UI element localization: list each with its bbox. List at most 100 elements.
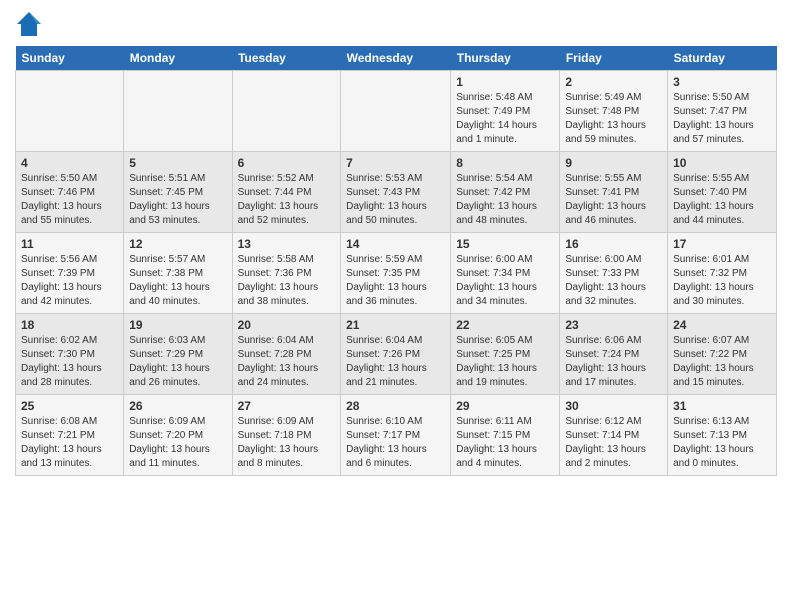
day-info: Sunrise: 5:48 AM Sunset: 7:49 PM Dayligh… (456, 91, 554, 147)
day-info: Sunrise: 6:10 AM Sunset: 7:17 PM Dayligh… (346, 415, 445, 471)
day-info: Sunrise: 6:05 AM Sunset: 7:25 PM Dayligh… (456, 334, 554, 390)
day-number: 20 (238, 318, 336, 332)
day-info: Sunrise: 5:58 AM Sunset: 7:36 PM Dayligh… (238, 253, 336, 309)
day-cell: 20 Sunrise: 6:04 AM Sunset: 7:28 PM Dayli… (232, 314, 341, 395)
day-info: Sunrise: 5:50 AM Sunset: 7:47 PM Dayligh… (673, 91, 771, 147)
day-cell: 31Sunrise: 6:13 AM Sunset: 7:13 PM Dayli… (668, 395, 777, 476)
day-cell: 9 Sunrise: 5:55 AM Sunset: 7:41 PM Daylig… (560, 152, 668, 233)
day-cell: 8Sunrise: 5:54 AM Sunset: 7:42 PM Daylig… (451, 152, 560, 233)
day-cell: 13 Sunrise: 5:58 AM Sunset: 7:36 PM Dayli… (232, 233, 341, 314)
day-cell: 12 Sunrise: 5:57 AM Sunset: 7:38 PM Dayli… (124, 233, 232, 314)
day-number: 23 (565, 318, 662, 332)
day-number: 4 (21, 156, 118, 170)
day-number: 19 (129, 318, 226, 332)
day-number: 28 (346, 399, 445, 413)
day-info: Sunrise: 6:11 AM Sunset: 7:15 PM Dayligh… (456, 415, 554, 471)
day-cell (124, 71, 232, 152)
page-header (15, 10, 777, 38)
day-number: 13 (238, 237, 336, 251)
day-cell: 28 Sunrise: 6:10 AM Sunset: 7:17 PM Dayli… (341, 395, 451, 476)
day-number: 1 (456, 75, 554, 89)
day-cell: 1 Sunrise: 5:48 AM Sunset: 7:49 PM Daylig… (451, 71, 560, 152)
day-cell: 18 Sunrise: 6:02 AM Sunset: 7:30 PM Dayli… (16, 314, 124, 395)
day-info: Sunrise: 6:12 AM Sunset: 7:14 PM Dayligh… (565, 415, 662, 471)
day-header-friday: Friday (560, 46, 668, 71)
day-info: Sunrise: 5:49 AM Sunset: 7:48 PM Dayligh… (565, 91, 662, 147)
day-cell: 15Sunrise: 6:00 AM Sunset: 7:34 PM Dayli… (451, 233, 560, 314)
day-cell: 30 Sunrise: 6:12 AM Sunset: 7:14 PM Dayli… (560, 395, 668, 476)
day-info: Sunrise: 6:08 AM Sunset: 7:21 PM Dayligh… (21, 415, 118, 471)
day-number: 14 (346, 237, 445, 251)
week-row-3: 11 Sunrise: 5:56 AM Sunset: 7:39 PM Dayli… (16, 233, 777, 314)
day-header-tuesday: Tuesday (232, 46, 341, 71)
day-number: 18 (21, 318, 118, 332)
day-cell: 6 Sunrise: 5:52 AM Sunset: 7:44 PM Daylig… (232, 152, 341, 233)
day-cell: 29 Sunrise: 6:11 AM Sunset: 7:15 PM Dayli… (451, 395, 560, 476)
day-cell (232, 71, 341, 152)
day-info: Sunrise: 5:59 AM Sunset: 7:35 PM Dayligh… (346, 253, 445, 309)
day-number: 22 (456, 318, 554, 332)
day-cell: 2 Sunrise: 5:49 AM Sunset: 7:48 PM Daylig… (560, 71, 668, 152)
day-info: Sunrise: 6:00 AM Sunset: 7:33 PM Dayligh… (565, 253, 662, 309)
day-number: 10 (673, 156, 771, 170)
day-info: Sunrise: 6:09 AM Sunset: 7:20 PM Dayligh… (129, 415, 226, 471)
day-header-wednesday: Wednesday (341, 46, 451, 71)
calendar-table: SundayMondayTuesdayWednesdayThursdayFrid… (15, 46, 777, 476)
day-info: Sunrise: 6:04 AM Sunset: 7:26 PM Dayligh… (346, 334, 445, 390)
day-info: Sunrise: 6:03 AM Sunset: 7:29 PM Dayligh… (129, 334, 226, 390)
day-cell: 4 Sunrise: 5:50 AM Sunset: 7:46 PM Daylig… (16, 152, 124, 233)
day-info: Sunrise: 5:55 AM Sunset: 7:41 PM Dayligh… (565, 172, 662, 228)
day-info: Sunrise: 5:55 AM Sunset: 7:40 PM Dayligh… (673, 172, 771, 228)
day-number: 30 (565, 399, 662, 413)
day-header-sunday: Sunday (16, 46, 124, 71)
logo-icon (15, 10, 43, 38)
day-cell: 3 Sunrise: 5:50 AM Sunset: 7:47 PM Daylig… (668, 71, 777, 152)
day-info: Sunrise: 5:52 AM Sunset: 7:44 PM Dayligh… (238, 172, 336, 228)
day-number: 8 (456, 156, 554, 170)
day-number: 2 (565, 75, 662, 89)
week-row-5: 25 Sunrise: 6:08 AM Sunset: 7:21 PM Dayli… (16, 395, 777, 476)
day-number: 24 (673, 318, 771, 332)
day-info: Sunrise: 5:51 AM Sunset: 7:45 PM Dayligh… (129, 172, 226, 228)
day-number: 5 (129, 156, 226, 170)
day-cell: 16Sunrise: 6:00 AM Sunset: 7:33 PM Dayli… (560, 233, 668, 314)
week-row-2: 4 Sunrise: 5:50 AM Sunset: 7:46 PM Daylig… (16, 152, 777, 233)
day-info: Sunrise: 6:09 AM Sunset: 7:18 PM Dayligh… (238, 415, 336, 471)
day-number: 12 (129, 237, 226, 251)
day-cell: 17Sunrise: 6:01 AM Sunset: 7:32 PM Dayli… (668, 233, 777, 314)
day-number: 9 (565, 156, 662, 170)
day-number: 17 (673, 237, 771, 251)
day-info: Sunrise: 5:57 AM Sunset: 7:38 PM Dayligh… (129, 253, 226, 309)
day-info: Sunrise: 6:00 AM Sunset: 7:34 PM Dayligh… (456, 253, 554, 309)
day-header-monday: Monday (124, 46, 232, 71)
day-number: 25 (21, 399, 118, 413)
day-cell: 22 Sunrise: 6:05 AM Sunset: 7:25 PM Dayli… (451, 314, 560, 395)
day-cell: 23 Sunrise: 6:06 AM Sunset: 7:24 PM Dayli… (560, 314, 668, 395)
day-number: 29 (456, 399, 554, 413)
day-cell: 10 Sunrise: 5:55 AM Sunset: 7:40 PM Dayli… (668, 152, 777, 233)
day-number: 3 (673, 75, 771, 89)
day-number: 6 (238, 156, 336, 170)
day-cell: 5 Sunrise: 5:51 AM Sunset: 7:45 PM Daylig… (124, 152, 232, 233)
logo (15, 10, 47, 38)
day-info: Sunrise: 6:02 AM Sunset: 7:30 PM Dayligh… (21, 334, 118, 390)
day-header-saturday: Saturday (668, 46, 777, 71)
day-info: Sunrise: 5:56 AM Sunset: 7:39 PM Dayligh… (21, 253, 118, 309)
days-header-row: SundayMondayTuesdayWednesdayThursdayFrid… (16, 46, 777, 71)
day-cell: 26Sunrise: 6:09 AM Sunset: 7:20 PM Dayli… (124, 395, 232, 476)
day-info: Sunrise: 5:50 AM Sunset: 7:46 PM Dayligh… (21, 172, 118, 228)
day-cell: 24 Sunrise: 6:07 AM Sunset: 7:22 PM Dayli… (668, 314, 777, 395)
day-cell: 7Sunrise: 5:53 AM Sunset: 7:43 PM Daylig… (341, 152, 451, 233)
week-row-1: 1 Sunrise: 5:48 AM Sunset: 7:49 PM Daylig… (16, 71, 777, 152)
day-number: 11 (21, 237, 118, 251)
day-number: 7 (346, 156, 445, 170)
day-number: 31 (673, 399, 771, 413)
day-cell: 11 Sunrise: 5:56 AM Sunset: 7:39 PM Dayli… (16, 233, 124, 314)
day-number: 27 (238, 399, 336, 413)
day-info: Sunrise: 6:04 AM Sunset: 7:28 PM Dayligh… (238, 334, 336, 390)
day-info: Sunrise: 6:06 AM Sunset: 7:24 PM Dayligh… (565, 334, 662, 390)
day-cell: 14 Sunrise: 5:59 AM Sunset: 7:35 PM Dayli… (341, 233, 451, 314)
week-row-4: 18 Sunrise: 6:02 AM Sunset: 7:30 PM Dayli… (16, 314, 777, 395)
day-info: Sunrise: 6:07 AM Sunset: 7:22 PM Dayligh… (673, 334, 771, 390)
day-cell (341, 71, 451, 152)
